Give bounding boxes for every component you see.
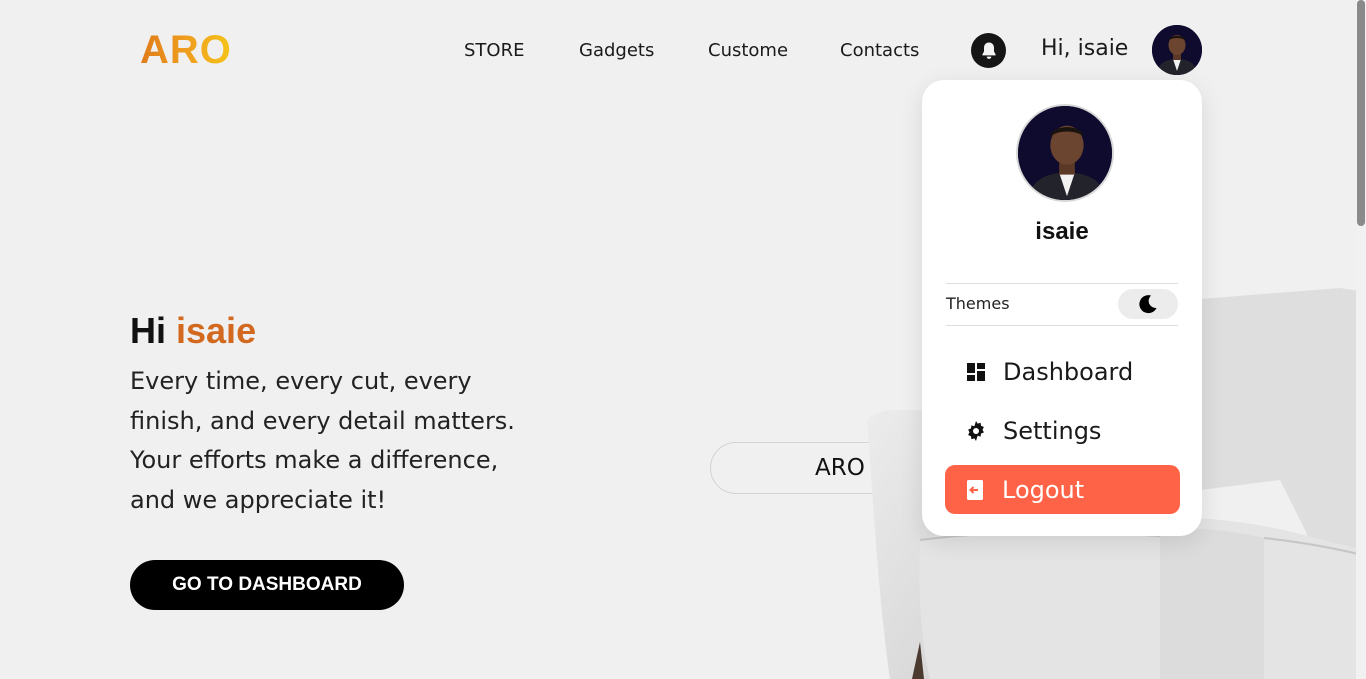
hero-title-name: isaie <box>176 310 257 351</box>
logout-icon <box>959 479 991 500</box>
go-to-dashboard-button[interactable]: GO TO DASHBOARD <box>130 560 404 610</box>
menu-item-label: Dashboard <box>1003 358 1134 386</box>
avatar-photo <box>1152 25 1202 75</box>
menu-item-label: Settings <box>1003 417 1102 445</box>
menu-item-dashboard[interactable]: Dashboard <box>946 348 1180 396</box>
hero-description: Every time, every cut, every finish, and… <box>130 367 515 514</box>
moon-icon <box>1139 295 1157 314</box>
brand-logo[interactable]: ARO <box>140 28 232 73</box>
user-greeting: Hi, isaie <box>1041 36 1129 61</box>
dropdown-username: isaie <box>1035 218 1089 245</box>
hero-title: Hi isaie <box>130 310 256 352</box>
menu-item-label: Logout <box>1002 475 1085 504</box>
theme-toggle[interactable] <box>1118 289 1178 319</box>
profile-dropdown: isaie Themes Dashboard Settings Logout <box>922 80 1202 536</box>
nav-link-store[interactable]: STORE <box>464 40 524 61</box>
logout-button[interactable]: Logout <box>945 465 1180 514</box>
gear-icon <box>960 421 992 441</box>
nav-link-custome[interactable]: Custome <box>708 40 788 61</box>
nav-link-contacts[interactable]: Contacts <box>840 40 919 61</box>
notification-button[interactable] <box>971 33 1006 68</box>
divider <box>946 325 1178 326</box>
nav-link-gadgets[interactable]: Gadgets <box>579 40 654 61</box>
user-avatar[interactable] <box>1152 25 1202 75</box>
hero-title-prefix: Hi <box>130 310 166 351</box>
scrollbar-thumb[interactable] <box>1357 0 1365 226</box>
avatar-photo <box>1018 106 1112 200</box>
dropdown-avatar <box>1016 104 1114 202</box>
bell-icon <box>981 42 996 59</box>
divider <box>946 283 1178 284</box>
menu-item-settings[interactable]: Settings <box>946 407 1180 455</box>
dashboard-icon <box>960 363 992 381</box>
themes-label: Themes <box>946 294 1010 313</box>
